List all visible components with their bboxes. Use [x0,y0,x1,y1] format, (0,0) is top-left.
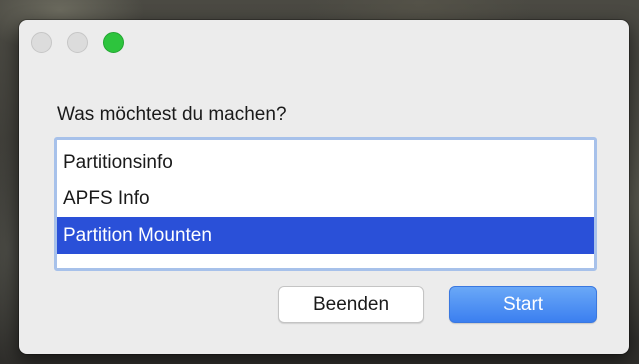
options-list[interactable]: Partitionsinfo APFS Info Partition Mount… [54,137,597,271]
dialog-prompt: Was möchtest du machen? [57,104,287,125]
list-item-partition-mounten[interactable]: Partition Mounten [57,217,594,254]
quit-button[interactable]: Beenden [278,286,424,323]
start-button[interactable]: Start [449,286,597,323]
list-item-partitionsinfo[interactable]: Partitionsinfo [57,145,594,181]
minimize-window-button[interactable] [67,32,88,53]
zoom-window-button[interactable] [103,32,124,53]
dialog-window: Was möchtest du machen? Partitionsinfo A… [19,20,629,354]
close-window-button[interactable] [31,32,52,53]
title-bar [19,20,629,66]
list-item-apfs-info[interactable]: APFS Info [57,181,594,217]
